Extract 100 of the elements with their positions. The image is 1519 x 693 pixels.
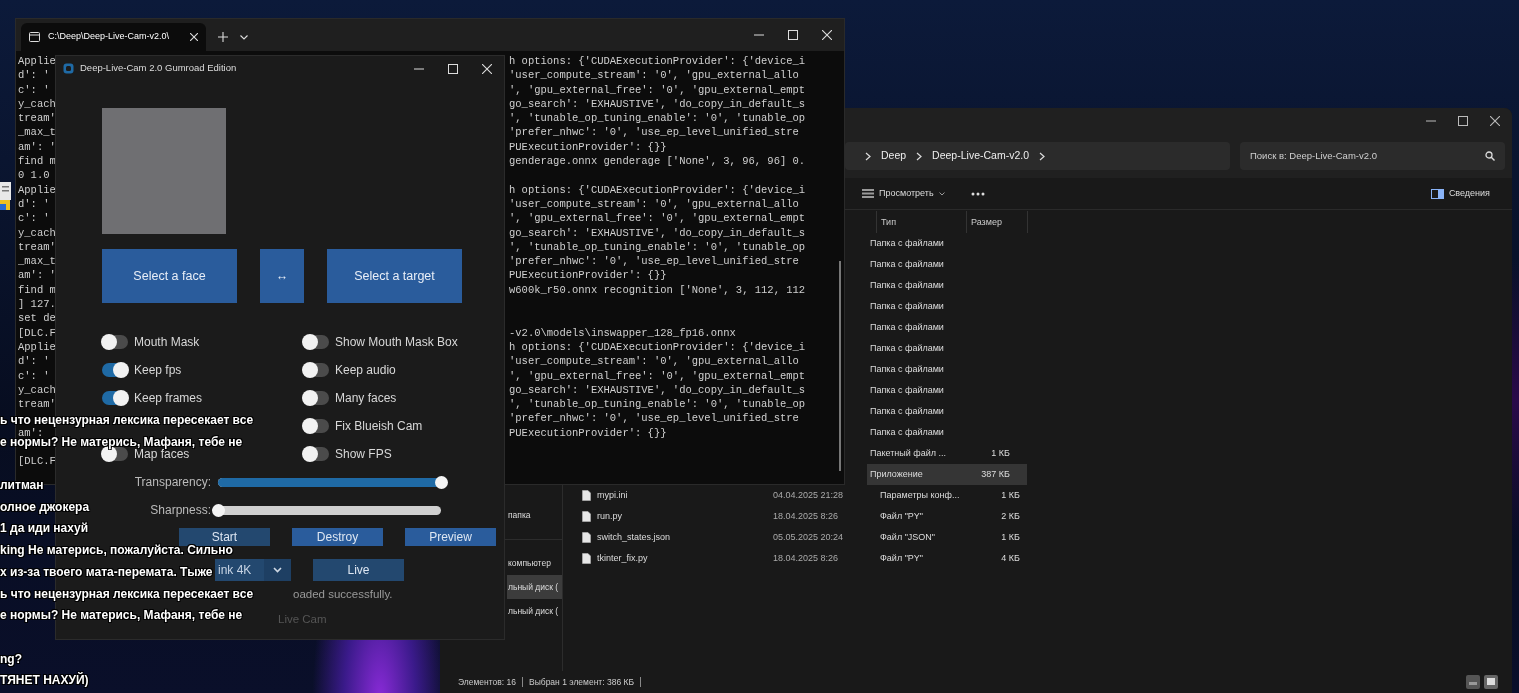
file-size: 1 КБ <box>991 447 1010 458</box>
terminal-line: Applie <box>17 182 56 197</box>
terminal-line: tream' <box>17 111 56 126</box>
terminal-line: tream' <box>17 239 56 255</box>
status-text: Элементов: 16 <box>452 677 523 687</box>
toggle-switch[interactable] <box>102 363 128 377</box>
more-icon[interactable] <box>970 191 985 196</box>
terminal-line: y_cach <box>17 225 56 240</box>
file-row[interactable]: Папка с файлами <box>867 401 1027 422</box>
file-type: Папка с файлами <box>870 363 944 374</box>
column-header[interactable]: Тип <box>876 211 966 233</box>
select-face-button[interactable]: Select a face <box>102 249 237 303</box>
file-row[interactable]: run.py 18.04.2025 8:26 Файл "PY" 2 КБ <box>580 506 1027 527</box>
search-icon[interactable] <box>1485 151 1495 161</box>
search-field[interactable]: Поиск в: Deep-Live-Cam-v2.0 <box>1240 142 1505 170</box>
nav-item[interactable]: компьютер <box>507 551 562 575</box>
terminal-line: y_cach <box>17 96 56 112</box>
file-row[interactable]: mypi.ini 04.04.2025 21:28 Параметры конф... 1 КБ <box>580 485 1027 506</box>
file-type: Параметры конф... <box>880 489 960 500</box>
file-type: Папка с файлами <box>870 405 944 416</box>
chat-line: олное джокера <box>0 499 90 514</box>
maximize-icon[interactable] <box>1458 116 1468 126</box>
terminal-line: c': ' <box>17 211 51 226</box>
file-row[interactable]: Пакетный файл ... 1 КБ <box>867 443 1027 464</box>
close-icon[interactable] <box>822 30 832 40</box>
terminal-line: PUExecutionProvider': {}} <box>509 425 668 440</box>
toggle-switch[interactable] <box>303 447 329 461</box>
close-icon[interactable] <box>1490 116 1500 126</box>
toggle-label: Map faces <box>134 447 190 463</box>
close-icon[interactable] <box>482 63 492 74</box>
file-row[interactable]: Папка с файлами <box>867 296 1027 317</box>
terminal-line: tream' <box>17 397 56 412</box>
toggle-label: Keep fps <box>134 362 182 379</box>
address-bar[interactable]: Deep Deep-Live-Cam-v2.0 <box>845 142 1230 170</box>
select-target-button[interactable]: Select a target <box>327 249 462 303</box>
list-view-icon[interactable] <box>1466 675 1480 689</box>
chat-line: литман <box>0 478 44 493</box>
details-button[interactable]: Сведения <box>1426 184 1494 203</box>
thumbnail-view-icon[interactable] <box>1484 675 1498 689</box>
terminal-line: ', 'gpu_external_free': '0', 'gpu_external_empt <box>509 211 807 226</box>
plus-icon[interactable] <box>218 32 228 42</box>
file-row[interactable]: Приложение 387 КБ <box>867 464 1027 485</box>
slider-thumb[interactable] <box>434 475 448 489</box>
file-row[interactable]: Папка с файлами <box>867 359 1027 380</box>
toggle-switch[interactable] <box>102 335 128 349</box>
terminal-line: PUExecutionProvider': {}} <box>509 268 668 283</box>
column-header[interactable]: Размер <box>966 211 1027 233</box>
toggle-switch[interactable] <box>303 335 329 349</box>
action-button[interactable]: Start <box>179 528 270 546</box>
terminal-line: find m <box>17 282 56 298</box>
chevron-icon <box>916 151 923 161</box>
terminal-line: ', 'gpu_external_free': '0', 'gpu_external_empt <box>509 82 807 97</box>
chat-line: ng? <box>0 651 22 666</box>
file-row[interactable]: Папка с файлами <box>867 254 1027 275</box>
nav-item[interactable]: льный диск ( <box>507 575 562 599</box>
file-icon <box>582 511 591 522</box>
terminal-line: am': <box>18 426 44 439</box>
swap-button[interactable]: ↔ <box>260 249 304 303</box>
file-size: 2 КБ <box>1001 510 1020 521</box>
terminal-tab[interactable]: C:\Deep\Deep-Live-Cam-v2.0\ <box>21 23 206 51</box>
toggle-switch[interactable] <box>303 419 329 433</box>
terminal-line: ', 'gpu_external_free': '0', 'gpu_external_empt <box>509 368 807 383</box>
breadcrumb-item[interactable]: Deep <box>881 148 907 164</box>
chevron-down-icon[interactable] <box>240 35 248 40</box>
file-type: Папка с файлами <box>870 321 944 332</box>
view-button[interactable]: Просмотреть <box>858 184 949 203</box>
toggle-switch[interactable] <box>303 363 329 377</box>
action-button[interactable]: Destroy <box>292 528 383 546</box>
file-row[interactable]: Папка с файлами <box>867 233 1027 254</box>
file-row[interactable]: Папка с файлами <box>867 275 1027 296</box>
status-text: oaded successfully. <box>293 588 393 600</box>
caret-icon <box>938 191 945 196</box>
live-button[interactable]: Live <box>313 559 404 581</box>
terminal-line: d': ' <box>17 196 51 212</box>
file-icon <box>582 532 591 543</box>
file-row[interactable]: Папка с файлами <box>867 422 1027 443</box>
toggle-switch[interactable] <box>102 391 128 405</box>
terminal-line: 'prefer_nhwc': '0', 'use_ep_level_unified_stre <box>509 411 800 426</box>
close-icon[interactable] <box>190 33 198 41</box>
camera-dropdown[interactable]: ink 4K <box>215 559 291 581</box>
terminal-line: go_search': 'EXHAUSTIVE', 'do_copy_in_default_s <box>509 382 807 398</box>
terminal-line: ', 'tunable_op_tuning_enable': '0', 'tunable_op <box>509 111 807 126</box>
nav-item[interactable]: льный диск ( <box>507 599 562 623</box>
file-type: Файл "PY" <box>880 510 924 521</box>
toggle-switch[interactable] <box>303 391 329 405</box>
file-date: 18.04.2025 8:26 <box>773 552 839 563</box>
nav-item[interactable]: папка <box>507 503 562 527</box>
maximize-icon[interactable] <box>788 30 798 40</box>
scrollbar[interactable] <box>839 261 841 471</box>
file-row[interactable]: tkinter_fix.py 18.04.2025 8:26 Файл "PY" 4 КБ <box>580 548 1027 569</box>
file-row[interactable]: Папка с файлами <box>867 380 1027 401</box>
maximize-icon[interactable] <box>448 63 458 74</box>
file-row[interactable]: switch_states.json 05.05.2025 20:24 Файл "JSON" 1 КБ <box>580 527 1027 548</box>
terminal-line: Applie <box>17 339 56 355</box>
slider-thumb[interactable] <box>211 503 225 517</box>
action-button[interactable]: Preview <box>405 528 496 546</box>
file-row[interactable]: Папка с файлами <box>867 338 1027 359</box>
file-type: Пакетный файл ... <box>870 447 946 458</box>
file-row[interactable]: Папка с файлами <box>867 317 1027 338</box>
breadcrumb-item[interactable]: Deep-Live-Cam-v2.0 <box>932 148 1029 164</box>
